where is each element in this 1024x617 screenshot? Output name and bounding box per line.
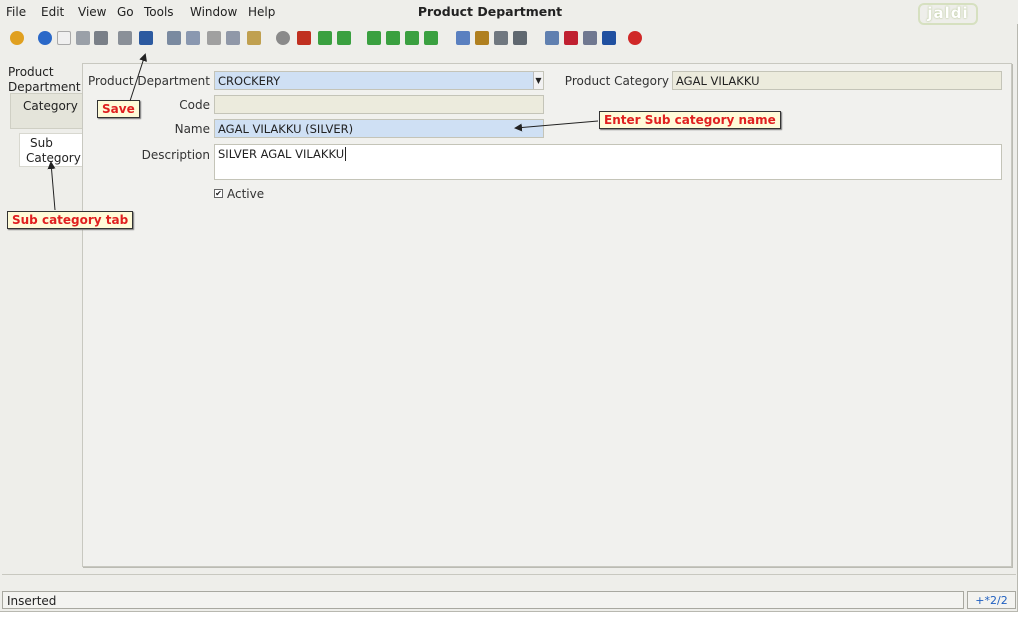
record-indicator[interactable]: +*2/2 [967,591,1016,609]
first-record-icon[interactable] [367,31,381,45]
workflow-icon[interactable] [564,31,578,45]
sub-category-tab-annotation: Sub category tab [7,211,134,229]
product-department-select[interactable]: CROCKERY ▼ [214,71,544,90]
product-department-label: Product Department [88,74,210,88]
save-annotation: Save [97,100,140,118]
undo-icon[interactable] [10,31,24,45]
status-message: Inserted [7,594,57,608]
last-record-icon[interactable] [424,31,438,45]
tab-product-department-line1: Product [8,65,54,79]
attachment-icon[interactable] [207,31,221,45]
status-bar: Inserted [2,591,964,609]
record-indicator-text: +*2/2 [975,594,1008,607]
name-value: AGAL VILAKKU (SILVER) [218,122,354,136]
tab-sub-category-line2: Category [26,151,81,165]
copy-record-icon[interactable] [76,31,90,45]
description-input[interactable]: SILVER AGAL VILAKKU​ [214,144,1002,180]
process-icon[interactable] [602,31,616,45]
delete-selection-icon[interactable] [118,31,132,45]
status-separator [2,574,1016,575]
window-title: Product Department [417,4,563,19]
close-window-icon[interactable] [628,31,642,45]
tab-category-label: Category [23,99,78,113]
print-icon[interactable] [513,31,527,45]
chevron-down-icon[interactable]: ▼ [533,72,543,89]
menu-bar: File Edit View Go Tools Window Help Prod… [0,0,1018,25]
product-department-value: CROCKERY [218,74,281,88]
active-label: Active [227,187,265,201]
tab-category[interactable]: Category [10,93,82,129]
history-icon[interactable] [276,31,290,45]
sub-category-tab-arrow [47,161,56,211]
description-value: SILVER AGAL VILAKKU [218,147,345,161]
find-icon[interactable] [186,31,200,45]
name-input[interactable]: AGAL VILAKKU (SILVER) [214,119,544,138]
code-field[interactable] [214,95,544,114]
grid-toggle-icon[interactable] [247,31,261,45]
chat-icon[interactable] [226,31,240,45]
product-category-value: AGAL VILAKKU [676,74,760,88]
application-window: File Edit View Go Tools Window Help Prod… [0,0,1018,612]
jaldi-logo: jaldi [918,3,978,25]
report-icon[interactable] [456,31,470,45]
sub-category-form-panel [82,63,1012,567]
save-icon[interactable] [139,31,153,45]
new-record-icon[interactable] [57,31,71,45]
code-label: Code [179,98,210,112]
zoom-across-icon[interactable] [545,31,559,45]
text-cursor: ​ [345,147,347,161]
name-label: Name [174,122,210,136]
tab-product-department[interactable]: Product Department [2,64,84,94]
delete-record-icon[interactable] [94,31,108,45]
tab-sub-category[interactable]: Sub Category [19,133,82,167]
toolbar [0,26,1018,56]
home-icon[interactable] [297,31,311,45]
description-label: Description [141,148,210,162]
back-icon[interactable] [318,31,332,45]
product-category-field: AGAL VILAKKU [672,71,1002,90]
active-checkbox[interactable]: ✔ [214,189,223,198]
product-info-icon[interactable] [583,31,597,45]
refresh-icon[interactable] [167,31,181,45]
archive-icon[interactable] [475,31,489,45]
enter-name-annotation: Enter Sub category name [599,111,781,129]
help-icon[interactable] [38,31,52,45]
forward-icon[interactable] [337,31,351,45]
tab-sub-category-line1: Sub [30,136,53,150]
product-category-label: Product Category [564,74,669,88]
previous-record-icon[interactable] [386,31,400,45]
next-record-icon[interactable] [405,31,419,45]
print-preview-icon[interactable] [494,31,508,45]
